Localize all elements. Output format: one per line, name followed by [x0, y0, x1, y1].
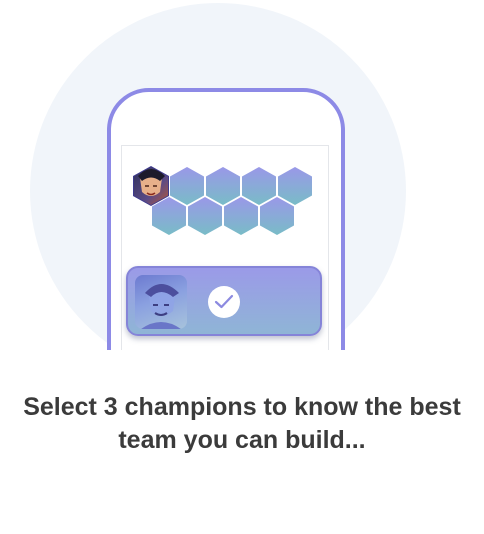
check-badge — [208, 286, 240, 318]
selected-champion-card[interactable] — [126, 266, 322, 336]
team-slot — [152, 197, 186, 235]
check-icon — [214, 294, 234, 309]
instruction-line-2: team you can build... — [118, 426, 366, 454]
team-slot — [260, 197, 294, 235]
champion-portrait-icon — [135, 275, 187, 329]
team-slot — [170, 167, 204, 205]
team-slot — [224, 197, 258, 235]
instruction-line-1: Select 3 champions to know the best — [23, 393, 461, 421]
team-slot — [206, 167, 240, 205]
team-slot — [188, 197, 222, 235]
instruction-text: Select 3 champions to know the best team… — [0, 391, 484, 457]
team-slot — [242, 167, 276, 205]
team-slot — [278, 167, 312, 205]
